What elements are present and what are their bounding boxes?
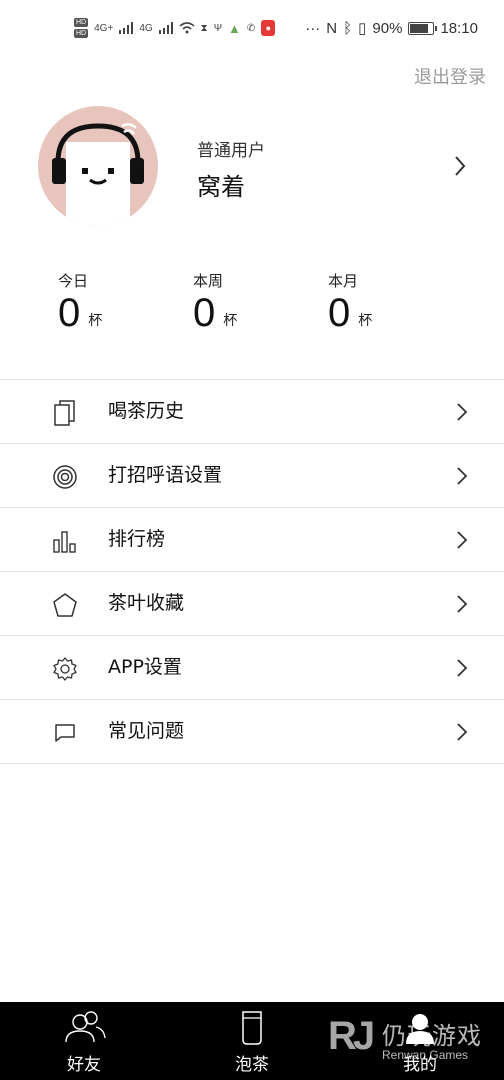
stat-unit: 杯 — [88, 313, 103, 329]
chevron-right-icon — [457, 467, 468, 485]
status-bar: HD HD 4G+ 4G ⧗ Ψ ▲ ✆ ● ··· N ᛒ ▯ 90% 18:… — [0, 0, 504, 58]
battery-icon — [408, 21, 438, 35]
stat-label: 本周 — [193, 272, 224, 290]
profile-info[interactable]: 普通用户 窝着 — [197, 136, 265, 202]
hd-badge: HD — [74, 29, 89, 38]
nfc-icon: N — [326, 19, 338, 37]
stat-label: 本月 — [328, 272, 359, 290]
menu-item-label: 喝茶历史 — [108, 400, 185, 422]
phone-icon: ✆ — [246, 22, 256, 34]
chevron-right-icon — [457, 531, 468, 549]
signal-icon — [158, 22, 173, 34]
android-icon: ▲ — [228, 20, 241, 36]
star-icon — [53, 593, 77, 617]
menu-item-ranking[interactable]: 排行榜 — [0, 508, 504, 572]
wifi-icon — [179, 22, 195, 34]
greeting-target-icon — [53, 465, 77, 489]
nav-label: 泡茶 — [235, 1055, 269, 1075]
signal-icon — [119, 22, 134, 34]
status-right: ··· N ᛒ ▯ 90% 18:10 — [305, 19, 478, 38]
chat-bubble-icon — [55, 724, 75, 742]
watermark-mark: RJ — [328, 1014, 375, 1058]
stat-today: 今日 0杯 — [58, 270, 102, 333]
watermark-logo: RJ 仍玩游戏 Renwan Games — [328, 1012, 498, 1068]
menu-item-label: APP设置 — [108, 656, 182, 678]
ranking-bars-icon — [53, 531, 76, 553]
hourglass-icon: ⧗ — [200, 22, 208, 34]
stat-value: 0 — [193, 291, 216, 335]
menu-item-label: 排行榜 — [108, 528, 166, 550]
chevron-right-icon — [457, 403, 468, 421]
menu-item-faq[interactable]: 常见问题 — [0, 700, 504, 764]
menu-item-tea-favorites[interactable]: 茶叶收藏 — [0, 572, 504, 636]
stat-value: 0 — [328, 291, 351, 335]
stat-unit: 杯 — [358, 313, 373, 329]
gear-icon — [53, 657, 77, 681]
bluetooth-icon: ᛒ — [343, 19, 353, 37]
stat-month: 本月 0杯 — [328, 270, 372, 333]
nav-friends[interactable]: 好友 — [0, 1002, 168, 1080]
menu-item-label: 打招呼语设置 — [108, 464, 223, 486]
stat-week: 本周 0杯 — [193, 270, 237, 333]
network-label: 4G+ — [94, 22, 114, 34]
menu-item-label: 常见问题 — [108, 720, 185, 742]
menu-item-greeting-settings[interactable]: 打招呼语设置 — [0, 444, 504, 508]
stat-unit: 杯 — [223, 313, 238, 329]
nav-brew-tea[interactable]: 泡茶 — [168, 1002, 336, 1080]
vibrate-icon: ▯ — [358, 20, 367, 37]
clock: 18:10 — [440, 19, 478, 37]
mic-icon: ● — [261, 20, 276, 36]
user-type: 普通用户 — [197, 141, 265, 161]
chevron-right-icon — [457, 595, 468, 613]
stat-value: 0 — [58, 291, 81, 335]
nav-label: 好友 — [67, 1055, 101, 1075]
usb-icon: Ψ — [213, 22, 223, 34]
menu-item-tea-history[interactable]: 喝茶历史 — [0, 380, 504, 444]
logout-button[interactable]: 退出登录 — [414, 63, 486, 89]
status-left: HD HD 4G+ 4G ⧗ Ψ ▲ ✆ ● — [74, 18, 276, 38]
chevron-right-icon — [457, 723, 468, 741]
avatar[interactable] — [38, 106, 158, 226]
user-name: 窝着 — [197, 173, 245, 201]
hd-badges: HD HD — [74, 18, 89, 38]
watermark-subtext: Renwan Games — [382, 1048, 469, 1062]
menu-item-label: 茶叶收藏 — [108, 592, 185, 614]
friends-icon — [65, 1011, 106, 1043]
chevron-right-icon — [457, 659, 468, 677]
battery-percent: 90% — [372, 19, 403, 37]
chevron-right-icon[interactable] — [452, 154, 468, 178]
cup-icon — [242, 1011, 262, 1045]
menu-item-app-settings[interactable]: APP设置 — [0, 636, 504, 700]
tea-history-icon — [54, 400, 75, 426]
watermark-text: 仍玩游戏 — [382, 1022, 482, 1050]
hd-badge: HD — [74, 18, 89, 27]
settings-menu: 喝茶历史 打招呼语设置 排行榜 茶叶收藏 APP设置 常见问题 — [0, 379, 504, 764]
more-icon: ··· — [305, 19, 321, 37]
headphone-robot-icon — [52, 123, 144, 226]
network-label: 4G — [139, 22, 153, 34]
stat-label: 今日 — [58, 272, 89, 290]
